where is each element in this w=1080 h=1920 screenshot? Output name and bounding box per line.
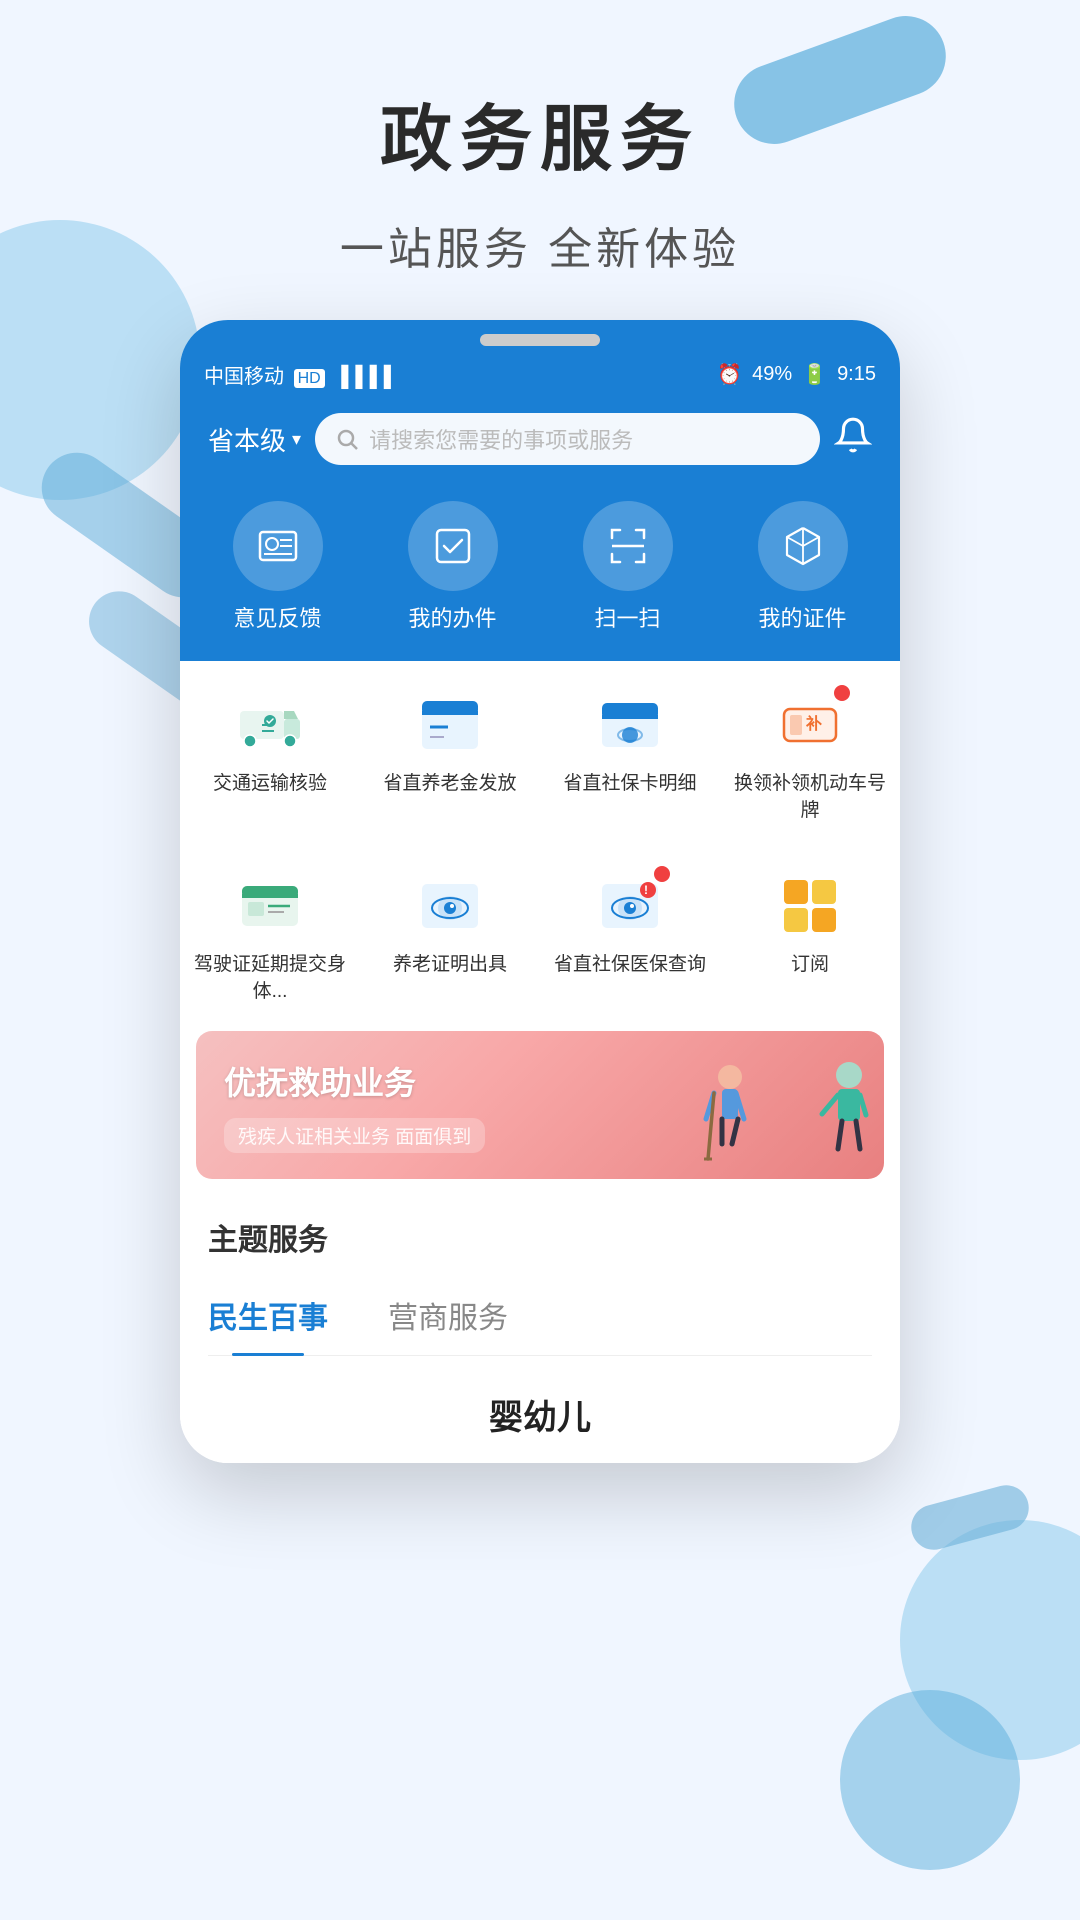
search-row: 省本级 ▾ 请搜索您需要的事项或服务 — [208, 413, 872, 465]
battery-icon: 🔋 — [802, 362, 827, 387]
bg-decoration-7 — [840, 1690, 1020, 1870]
theme-section: 主题服务 民生百事 营商服务 — [180, 1191, 900, 1366]
id-card-icon — [254, 522, 302, 570]
service-label-subscribe: 订阅 — [791, 952, 829, 979]
service-label-social-card: 省直社保卡明细 — [563, 771, 696, 798]
bottom-content: 婴幼儿 — [180, 1366, 900, 1463]
phone-notch — [180, 320, 900, 354]
tab-livelihood[interactable]: 民生百事 — [208, 1283, 328, 1355]
clock-icon: ⏰ — [717, 362, 742, 387]
search-placeholder-text: 请搜索您需要的事项或服务 — [369, 423, 633, 455]
service-label-pension-pay: 省直养老金发放 — [383, 771, 516, 798]
region-label: 省本级 — [208, 421, 286, 458]
badge-dot-medical — [654, 866, 670, 882]
quick-circle-certs — [758, 501, 848, 591]
checkbox-icon — [429, 522, 477, 570]
notch-pill — [480, 334, 600, 346]
pension-cert-icon-wrap — [414, 870, 486, 942]
cube-icon — [779, 522, 827, 570]
svg-text:!: ! — [644, 883, 648, 897]
service-area: 交通运输核验 省直养老金发放 — [180, 661, 900, 1179]
subscribe-icon-wrap — [774, 870, 846, 942]
service-label-license-renew: 驾驶证延期提交身体... — [188, 952, 352, 1005]
quick-actions-row: 意见反馈 我的办件 扫一扫 — [180, 485, 900, 661]
service-label-transport: 交通运输核验 — [213, 771, 327, 798]
search-bar[interactable]: 请搜索您需要的事项或服务 — [315, 413, 820, 465]
service-grid-row1: 交通运输核验 省直养老金发放 — [180, 661, 900, 842]
service-item-transport[interactable]: 交通运输核验 — [180, 671, 360, 838]
quick-label-tasks: 我的办件 — [408, 601, 496, 633]
quick-label-certs: 我的证件 — [758, 601, 846, 633]
service-item-medical-query[interactable]: ! 省直社保医保查询 — [540, 852, 720, 1019]
region-selector[interactable]: 省本级 ▾ — [208, 421, 301, 458]
page-header: 政务服务 一站服务 全新体验 — [0, 0, 1080, 277]
theme-tabs: 民生百事 营商服务 — [208, 1283, 872, 1356]
svg-text:补: 补 — [805, 714, 822, 733]
quick-label-scan: 扫一扫 — [594, 601, 660, 633]
banner-text-area: 优抚救助业务 残疾人证相关业务 面面俱到 — [196, 1058, 513, 1153]
signal-strength: ▐▐▐▐ — [334, 366, 391, 388]
quick-item-scan[interactable]: 扫一扫 — [583, 501, 673, 633]
quick-item-certs[interactable]: 我的证件 — [758, 501, 848, 633]
page-subtitle: 一站服务 全新体验 — [0, 213, 1080, 277]
theme-section-title: 主题服务 — [208, 1215, 872, 1259]
notification-bell-icon[interactable] — [834, 416, 872, 462]
status-right: ⏰ 49% 🔋 9:15 — [717, 362, 876, 387]
pension-pay-icon-wrap — [414, 689, 486, 761]
service-item-pension-pay[interactable]: 省直养老金发放 — [360, 671, 540, 838]
license-renew-icon-wrap — [234, 870, 306, 942]
category-title: 婴幼儿 — [208, 1390, 872, 1439]
plate-icon-wrap: 补 — [774, 689, 846, 761]
dropdown-arrow-icon: ▾ — [292, 429, 301, 450]
eye-query-icon: ! — [596, 872, 664, 940]
person-crutches-figure — [700, 1059, 790, 1179]
banner-subtitle: 残疾人证相关业务 面面俱到 — [224, 1118, 485, 1153]
service-item-plate[interactable]: 补 换领补领机动车号牌 — [720, 671, 900, 838]
social-card-icon — [596, 691, 664, 759]
quick-circle-tasks — [408, 501, 498, 591]
pension-icon — [416, 691, 484, 759]
social-card-icon-wrap — [594, 689, 666, 761]
search-icon — [335, 427, 359, 451]
service-label-plate: 换领补领机动车号牌 — [728, 771, 892, 824]
service-item-license-renew[interactable]: 驾驶证延期提交身体... — [180, 852, 360, 1019]
tab-business[interactable]: 营商服务 — [388, 1283, 508, 1355]
scan-icon — [604, 522, 652, 570]
service-label-medical-query: 省直社保医保查询 — [554, 952, 706, 979]
helper-figure — [794, 1059, 874, 1179]
banner-figures — [700, 1059, 874, 1179]
app-header: 省本级 ▾ 请搜索您需要的事项或服务 — [180, 399, 900, 485]
quick-circle-feedback — [233, 501, 323, 591]
carrier-signal: 中国移动 HD ▐▐▐▐ — [204, 360, 391, 389]
quick-item-tasks[interactable]: 我的办件 — [408, 501, 498, 633]
license-icon — [236, 872, 304, 940]
promo-banner[interactable]: 优抚救助业务 残疾人证相关业务 面面俱到 — [196, 1031, 884, 1179]
battery-percent: 49% — [752, 363, 792, 386]
badge-dot-plate — [834, 685, 850, 701]
service-label-pension-cert: 养老证明出具 — [393, 952, 507, 979]
quick-circle-scan — [583, 501, 673, 591]
subscribe-icon — [776, 872, 844, 940]
service-item-subscribe[interactable]: 订阅 — [720, 852, 900, 1019]
quick-item-feedback[interactable]: 意见反馈 — [233, 501, 323, 633]
transport-icon-wrap — [234, 689, 306, 761]
plate-icon: 补 — [776, 691, 844, 759]
quick-label-feedback: 意见反馈 — [233, 601, 321, 633]
time-display: 9:15 — [837, 363, 876, 386]
service-item-social-card[interactable]: 省直社保卡明细 — [540, 671, 720, 838]
hd-badge: HD — [294, 369, 325, 388]
service-grid-row2: 驾驶证延期提交身体... 养老证明出具 — [180, 842, 900, 1023]
eye-cert-icon — [416, 872, 484, 940]
phone-mockup: 中国移动 HD ▐▐▐▐ ⏰ 49% 🔋 9:15 省本级 ▾ 请搜 — [180, 320, 900, 1463]
medical-query-icon-wrap: ! — [594, 870, 666, 942]
service-item-pension-cert[interactable]: 养老证明出具 — [360, 852, 540, 1019]
banner-title: 优抚救助业务 — [224, 1058, 485, 1104]
carrier-name: 中国移动 — [204, 366, 284, 388]
status-bar: 中国移动 HD ▐▐▐▐ ⏰ 49% 🔋 9:15 — [180, 354, 900, 399]
page-title: 政务服务 — [0, 80, 1080, 185]
truck-icon — [236, 691, 304, 759]
